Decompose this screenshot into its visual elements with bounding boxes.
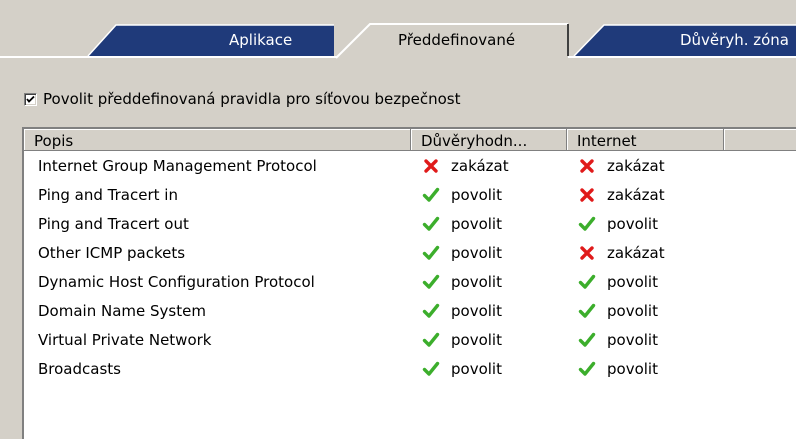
check-icon [422, 186, 440, 204]
column-header-popis[interactable]: Popis [24, 129, 411, 151]
table-row[interactable]: Broadcasts povolit povolit [24, 354, 796, 383]
internet-status-text: zakázat [607, 185, 665, 204]
internet-zone-cell[interactable]: povolit [567, 273, 724, 291]
cross-icon [422, 157, 440, 175]
tab-aplikace-label: Aplikace [229, 31, 293, 49]
checkbox-label: Povolit předdefinovaná pravidla pro síťo… [43, 90, 461, 108]
check-icon [422, 360, 440, 378]
rule-description: Other ICMP packets [38, 243, 186, 262]
tab-aplikace[interactable]: Aplikace [87, 24, 348, 57]
rule-description: Ping and Tracert in [38, 185, 178, 204]
internet-zone-cell[interactable]: povolit [567, 331, 724, 349]
checkbox-box[interactable] [24, 92, 37, 106]
table-row[interactable]: Domain Name System povolit povolit [24, 296, 796, 325]
trusted-status-text: povolit [451, 214, 502, 233]
rule-description: Domain Name System [38, 301, 206, 320]
check-icon [578, 302, 596, 320]
internet-status-text: zakázat [607, 156, 665, 175]
table-row[interactable]: Dynamic Host Configuration Protocol povol… [24, 267, 796, 296]
rule-description: Virtual Private Network [38, 330, 212, 349]
trusted-zone-cell[interactable]: povolit [411, 331, 567, 349]
column-header-empty[interactable] [724, 129, 796, 151]
check-icon [578, 273, 596, 291]
check-icon [422, 273, 440, 291]
internet-zone-cell[interactable]: zakázat [567, 186, 724, 204]
rule-description: Broadcasts [38, 359, 121, 378]
tab-duveryh-zona-label: Důvěryh. zóna [680, 31, 789, 49]
trusted-status-text: povolit [451, 185, 502, 204]
internet-zone-cell[interactable]: povolit [567, 302, 724, 320]
trusted-zone-cell[interactable]: povolit [411, 360, 567, 378]
cross-icon [578, 244, 596, 262]
trusted-zone-cell[interactable]: povolit [411, 244, 567, 262]
internet-zone-cell[interactable]: zakázat [567, 244, 724, 262]
cross-icon [578, 157, 596, 175]
list-rows: Internet Group Management Protocol zakáza… [24, 151, 796, 383]
table-row[interactable]: Internet Group Management Protocol zakáza… [24, 151, 796, 180]
trusted-status-text: zakázat [451, 156, 509, 175]
check-icon [578, 331, 596, 349]
trusted-status-text: povolit [451, 330, 502, 349]
tab-strip: Aplikace Předdefinované Důvěryh. zóna [0, 0, 796, 59]
internet-zone-cell[interactable]: povolit [567, 360, 724, 378]
table-row[interactable]: Virtual Private Network povolit povolit [24, 325, 796, 354]
cross-icon [578, 186, 596, 204]
internet-status-text: povolit [607, 214, 658, 233]
trusted-zone-cell[interactable]: povolit [411, 215, 567, 233]
table-row[interactable]: Ping and Tracert out povolit povolit [24, 209, 796, 238]
internet-zone-cell[interactable]: povolit [567, 215, 724, 233]
table-row[interactable]: Ping and Tracert in povolit zakázat [24, 180, 796, 209]
table-row[interactable]: Other ICMP packets povolit zakázat [24, 238, 796, 267]
tab-preddefinovane[interactable]: Předdefinované [335, 22, 576, 59]
check-icon [422, 244, 440, 262]
internet-status-text: povolit [607, 272, 658, 291]
trusted-status-text: povolit [451, 272, 502, 291]
rules-list-view[interactable]: Popis Důvěryhodn... Internet Internet Gr… [22, 127, 796, 439]
internet-status-text: povolit [607, 301, 658, 320]
internet-zone-cell[interactable]: zakázat [567, 157, 724, 175]
internet-status-text: povolit [607, 330, 658, 349]
check-icon [422, 302, 440, 320]
tab-duveryh-zona[interactable]: Důvěryh. zóna [568, 24, 796, 57]
tab-preddefinovane-label: Předdefinované [398, 31, 516, 49]
check-icon [578, 215, 596, 233]
trusted-status-text: povolit [451, 301, 502, 320]
trusted-status-text: povolit [451, 243, 502, 262]
trusted-zone-cell[interactable]: povolit [411, 302, 567, 320]
column-header-internet[interactable]: Internet [567, 129, 724, 151]
internet-status-text: zakázat [607, 243, 665, 262]
check-icon [578, 360, 596, 378]
check-icon [422, 215, 440, 233]
trusted-zone-cell[interactable]: zakázat [411, 157, 567, 175]
rule-description: Dynamic Host Configuration Protocol [38, 272, 315, 291]
rule-description: Ping and Tracert out [38, 214, 189, 233]
trusted-zone-cell[interactable]: povolit [411, 273, 567, 291]
tab-aplikace-shape [87, 24, 334, 57]
enable-predefined-rules-checkbox[interactable]: Povolit předdefinovaná pravidla pro síťo… [24, 88, 461, 110]
column-header-trusted[interactable]: Důvěryhodn... [411, 129, 567, 151]
check-icon [422, 331, 440, 349]
list-header: Popis Důvěryhodn... Internet [24, 129, 796, 151]
trusted-zone-cell[interactable]: povolit [411, 186, 567, 204]
checkmark-icon [26, 95, 35, 103]
rule-description: Internet Group Management Protocol [38, 156, 317, 175]
trusted-status-text: povolit [451, 359, 502, 378]
internet-status-text: povolit [607, 359, 658, 378]
